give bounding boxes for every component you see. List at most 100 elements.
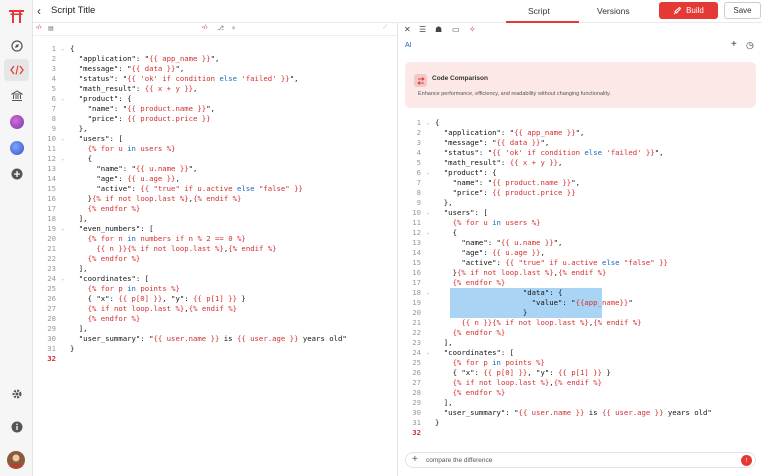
code-line[interactable]: ], xyxy=(435,338,453,348)
code-line[interactable]: {% if not loop.last %},{% endif %} xyxy=(435,378,602,388)
code-line[interactable]: {% for p in points %} xyxy=(435,358,545,368)
code-line[interactable]: {% for n in numbers if n % 2 == 0 %} xyxy=(70,234,246,244)
code-line[interactable]: {{ n }}{% if not loop.last %},{% endif %… xyxy=(435,318,641,328)
code-line[interactable]: {% for u in users %} xyxy=(435,218,541,228)
back-arrow-icon[interactable]: ‹ xyxy=(37,4,41,18)
wand-icon[interactable]: ✧ xyxy=(231,25,236,32)
fold-chevron-icon[interactable]: ⌄ xyxy=(61,274,65,284)
code-line[interactable]: } xyxy=(70,344,74,354)
info-icon[interactable] xyxy=(7,417,26,436)
code-line[interactable]: }, xyxy=(70,124,88,134)
code-line[interactable]: {% endfor %} xyxy=(70,204,141,214)
bank-icon[interactable] xyxy=(7,86,26,105)
tab-versions[interactable]: Versions xyxy=(597,6,630,16)
code-line[interactable]: "users": [ xyxy=(70,134,123,144)
code-line[interactable]: "application": "{{ app_name }}", xyxy=(70,54,220,64)
code-line[interactable]: "data": { xyxy=(435,288,563,298)
build-button[interactable]: Build xyxy=(659,2,718,19)
right-code-editor[interactable]: 1 ⌄ {2 "application": "{{ app_name }}", 3 "… xyxy=(398,118,762,448)
code-line[interactable]: "status": "{{ 'ok' if condition else 'fa… xyxy=(435,148,664,158)
code-line[interactable]: "user_summary": "{{ user.name }} is {{ u… xyxy=(435,408,712,418)
fold-chevron-icon[interactable]: ⌄ xyxy=(426,168,430,178)
fold-chevron-icon[interactable]: ⌄ xyxy=(61,94,65,104)
code-line[interactable]: "value": "{{app_name}}" xyxy=(435,298,633,308)
ai-label[interactable]: AI xyxy=(405,42,412,49)
code-line[interactable]: "status": "{{ 'ok' if condition else 'fa… xyxy=(70,74,299,84)
code-line[interactable]: ], xyxy=(435,398,453,408)
app-avatar-2[interactable] xyxy=(7,138,26,157)
torii-logo-icon[interactable] xyxy=(7,6,26,25)
code-line[interactable]: { "x": {{ p[0] }}, "y": {{ p[1] }} } xyxy=(70,294,246,304)
code-line[interactable]: "product": { xyxy=(435,168,497,178)
user-avatar[interactable] xyxy=(6,450,26,470)
magic-icon[interactable]: ✧ xyxy=(469,25,476,34)
devices-icon[interactable]: ▭ xyxy=(452,25,460,34)
save-button[interactable]: Save xyxy=(724,2,761,19)
compass-icon[interactable] xyxy=(7,36,26,55)
code-line[interactable]: "price": {{ product.price }} xyxy=(70,114,211,124)
code-line[interactable]: "user_summary": "{{ user.name }} is {{ u… xyxy=(70,334,347,344)
code-line[interactable]: { xyxy=(70,44,74,54)
code-line[interactable]: "age": {{ u.age }}, xyxy=(435,248,545,258)
fold-chevron-icon[interactable]: ⌄ xyxy=(61,224,65,234)
code-line[interactable]: { xyxy=(70,154,92,164)
code-line[interactable]: "active": {{ "true" if u.active else "fa… xyxy=(70,184,303,194)
script-title[interactable]: Script Title xyxy=(51,5,95,16)
fold-chevron-icon[interactable]: ⌄ xyxy=(61,154,65,164)
code-line[interactable]: ], xyxy=(70,264,88,274)
code-line[interactable]: "application": "{{ app_name }}", xyxy=(435,128,585,138)
code-line[interactable]: "message": "{{ data }}", xyxy=(435,138,549,148)
code-line[interactable]: {% if not loop.last %},{% endif %} xyxy=(70,304,237,314)
slash-icon[interactable]: ⟋ xyxy=(383,25,387,32)
bug-icon[interactable]: ☗ xyxy=(435,25,442,34)
fold-chevron-icon[interactable]: ⌄ xyxy=(61,44,65,54)
code-line[interactable]: }{% if not loop.last %},{% endif %} xyxy=(70,194,242,204)
code-line[interactable]: { "x": {{ p[0] }}, "y": {{ p[1] }} } xyxy=(435,368,611,378)
code-line[interactable]: "product": { xyxy=(70,94,132,104)
chat-input[interactable]: compare the difference xyxy=(426,457,492,464)
code-toggle-icon[interactable]: ‹/› xyxy=(202,25,208,31)
code-line[interactable]: "users": [ xyxy=(435,208,488,218)
tab-script[interactable]: Script xyxy=(528,6,550,16)
code-line[interactable]: {% endfor %} xyxy=(435,328,506,338)
code-line[interactable]: {% for u in users %} xyxy=(70,144,176,154)
code-line[interactable]: {% endfor %} xyxy=(70,314,141,324)
code-line[interactable]: "name": "{{ u.name }}", xyxy=(70,164,197,174)
add-icon[interactable]: + xyxy=(731,39,737,50)
code-icon[interactable] xyxy=(4,59,29,81)
code-line[interactable]: ], xyxy=(70,214,88,224)
layout-icon[interactable]: ▤ xyxy=(48,25,54,32)
send-icon[interactable]: ↑ xyxy=(741,455,752,466)
fold-chevron-icon[interactable]: ⌄ xyxy=(426,288,430,298)
add-app-icon[interactable] xyxy=(7,164,26,183)
close-icon[interactable]: ✕ xyxy=(404,25,411,34)
code-line[interactable]: } xyxy=(435,308,527,318)
fold-chevron-icon[interactable]: ⌄ xyxy=(61,134,65,144)
code-line[interactable]: { xyxy=(435,118,439,128)
app-avatar-1[interactable] xyxy=(7,112,26,131)
code-line[interactable]: }{% if not loop.last %},{% endif %} xyxy=(435,268,607,278)
code-line[interactable]: "math_result": {{ x + y }}, xyxy=(70,84,198,94)
code-line[interactable]: "name": "{{ product.name }}", xyxy=(435,178,580,188)
code-view-icon[interactable]: ‹/› xyxy=(36,25,42,31)
code-line[interactable]: "even_numbers": [ xyxy=(70,224,154,234)
code-line[interactable]: "price": {{ product.price }} xyxy=(435,188,576,198)
attach-plus-icon[interactable]: + xyxy=(412,454,418,465)
code-line[interactable]: {% for p in points %} xyxy=(70,284,180,294)
chat-input-bar[interactable]: + compare the difference ↑ xyxy=(405,452,756,468)
code-line[interactable]: {% endfor %} xyxy=(435,278,506,288)
list-icon[interactable]: ☰ xyxy=(419,25,426,34)
code-line[interactable]: }, xyxy=(435,198,453,208)
code-line[interactable]: {% endfor %} xyxy=(70,254,141,264)
fold-chevron-icon[interactable]: ⌄ xyxy=(426,228,430,238)
code-line[interactable]: ], xyxy=(70,324,88,334)
code-line[interactable]: "coordinates": [ xyxy=(435,348,514,358)
code-line[interactable]: { xyxy=(435,228,457,238)
code-line[interactable]: "coordinates": [ xyxy=(70,274,149,284)
left-code-editor[interactable]: 1 ⌄ {2 "application": "{{ app_name }}", 3 "… xyxy=(33,44,397,374)
fold-chevron-icon[interactable]: ⌄ xyxy=(426,208,430,218)
code-line[interactable]: "message": "{{ data }}", xyxy=(70,64,184,74)
code-line[interactable]: {{ n }}{% if not loop.last %},{% endif %… xyxy=(70,244,276,254)
code-line[interactable]: "name": "{{ product.name }}", xyxy=(70,104,215,114)
code-line[interactable]: {% endfor %} xyxy=(435,388,506,398)
